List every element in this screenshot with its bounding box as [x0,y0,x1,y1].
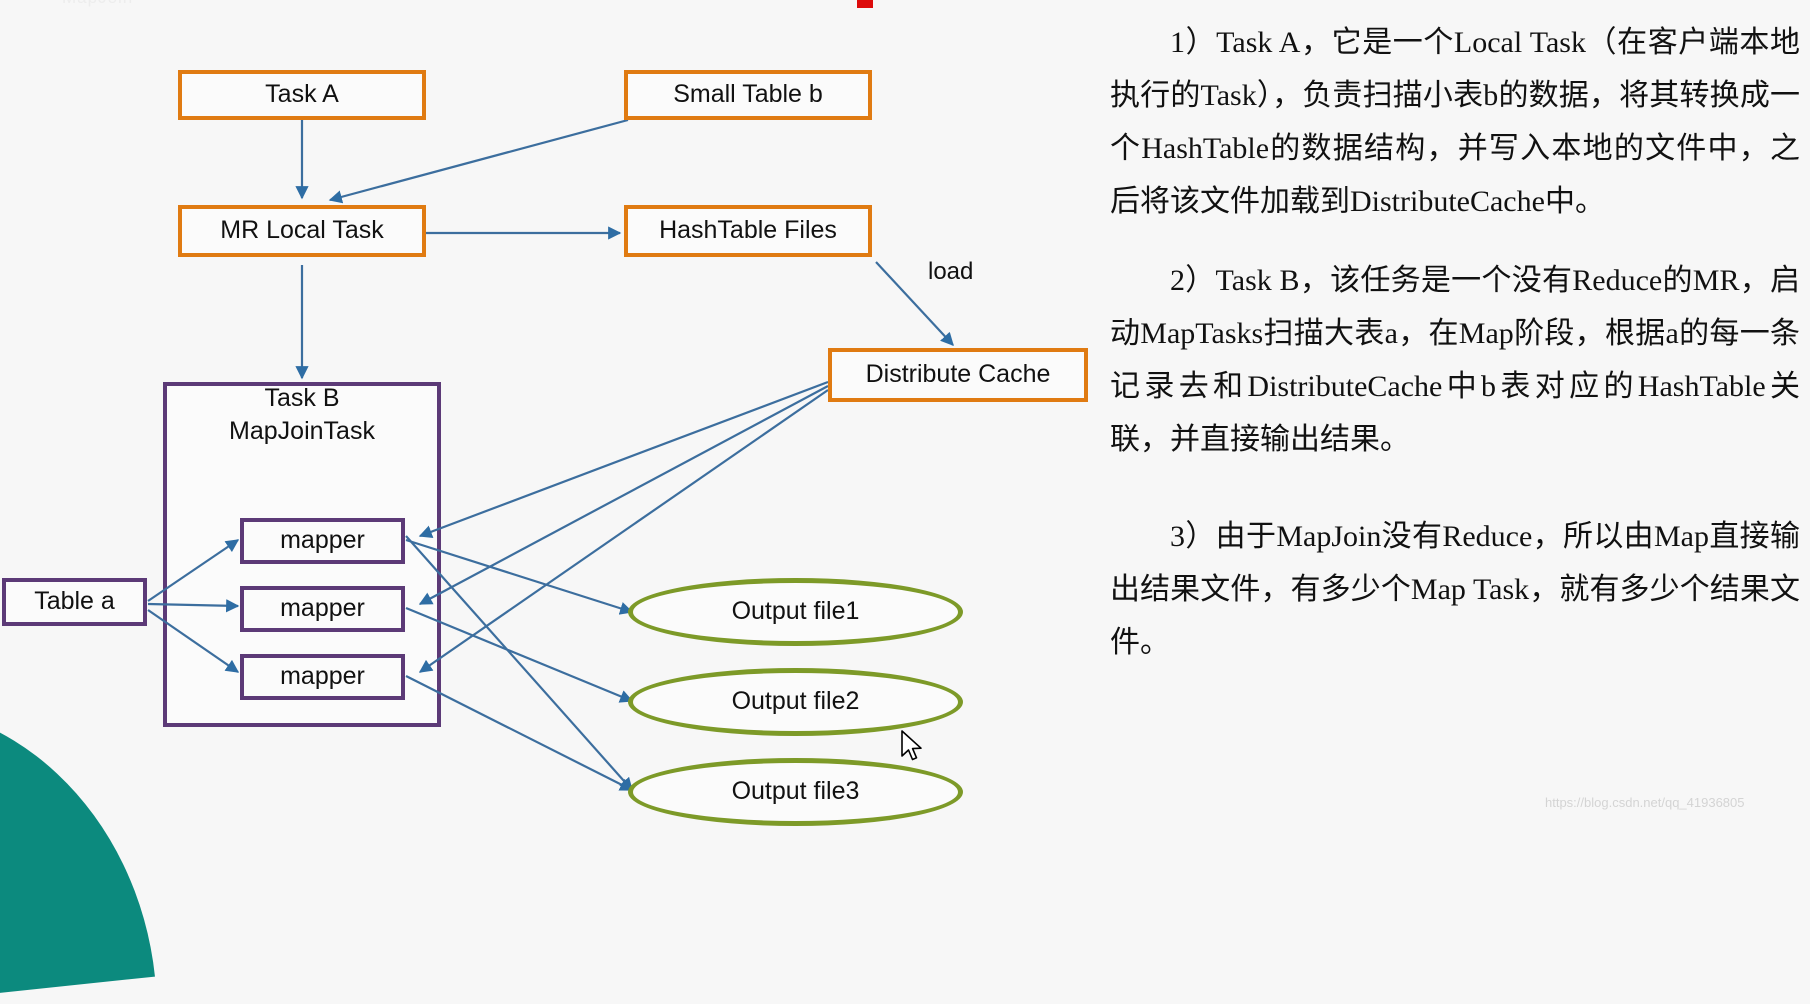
node-table-a[interactable]: Table a [2,578,147,626]
node-mr-local-task-label: MR Local Task [220,216,384,245]
node-small-table-b-label: Small Table b [673,80,823,109]
slide-canvas: MapJoin [0,0,1810,1004]
node-mapper-3[interactable]: mapper [240,654,405,700]
node-hashtable-files[interactable]: HashTable Files [624,205,872,257]
node-output-file3[interactable]: Output file3 [628,758,963,826]
notes-paragraph-3: 3）由于MapJoin没有Reduce，所以由Map直接输出结果文件，有多少个M… [1110,520,1800,659]
decorative-red-mark [857,0,873,8]
node-mr-local-task[interactable]: MR Local Task [178,205,426,257]
node-mapper-2-label: mapper [280,594,365,623]
node-task-a[interactable]: Task A [178,70,426,120]
node-output-file2-label: Output file2 [731,687,860,716]
node-hashtable-files-label: HashTable Files [659,216,837,245]
notes-paragraph-2: 2）Task B，该任务是一个没有Reduce的MR，启动MapTasks扫描大… [1110,264,1800,456]
top-ghost-text: MapJoin [62,0,133,8]
node-mapper-2[interactable]: mapper [240,586,405,632]
node-mapper-1[interactable]: mapper [240,518,405,564]
node-output-file3-label: Output file3 [731,777,860,806]
node-distribute-cache-label: Distribute Cache [865,360,1051,389]
watermark-text: https://blog.csdn.net/qq_41936805 [1545,795,1745,810]
node-output-file1[interactable]: Output file1 [628,578,963,646]
node-distribute-cache[interactable]: Distribute Cache [828,348,1088,402]
node-output-file2[interactable]: Output file2 [628,668,963,736]
node-output-file1-label: Output file1 [731,597,860,626]
node-task-a-label: Task A [265,80,339,109]
task-b-title-line2: MapJoinTask [229,416,375,445]
node-mapper-3-label: mapper [280,662,365,691]
decorative-teal-corner [0,678,155,1004]
notes-paragraph-1: 1）Task A，它是一个Local Task（在客户端本地执行的Task），负… [1110,26,1800,218]
edge-label-load: load [928,258,974,285]
node-small-table-b[interactable]: Small Table b [624,70,872,120]
mouse-cursor [901,730,922,761]
node-table-a-label: Table a [34,587,115,616]
container-task-b-title: Task B MapJoinTask [163,382,441,447]
notes-panel: 1）Task A，它是一个Local Task（在客户端本地执行的Task），负… [1110,16,1800,695]
node-mapper-1-label: mapper [280,526,365,555]
task-b-title-line1: Task B [264,384,340,412]
